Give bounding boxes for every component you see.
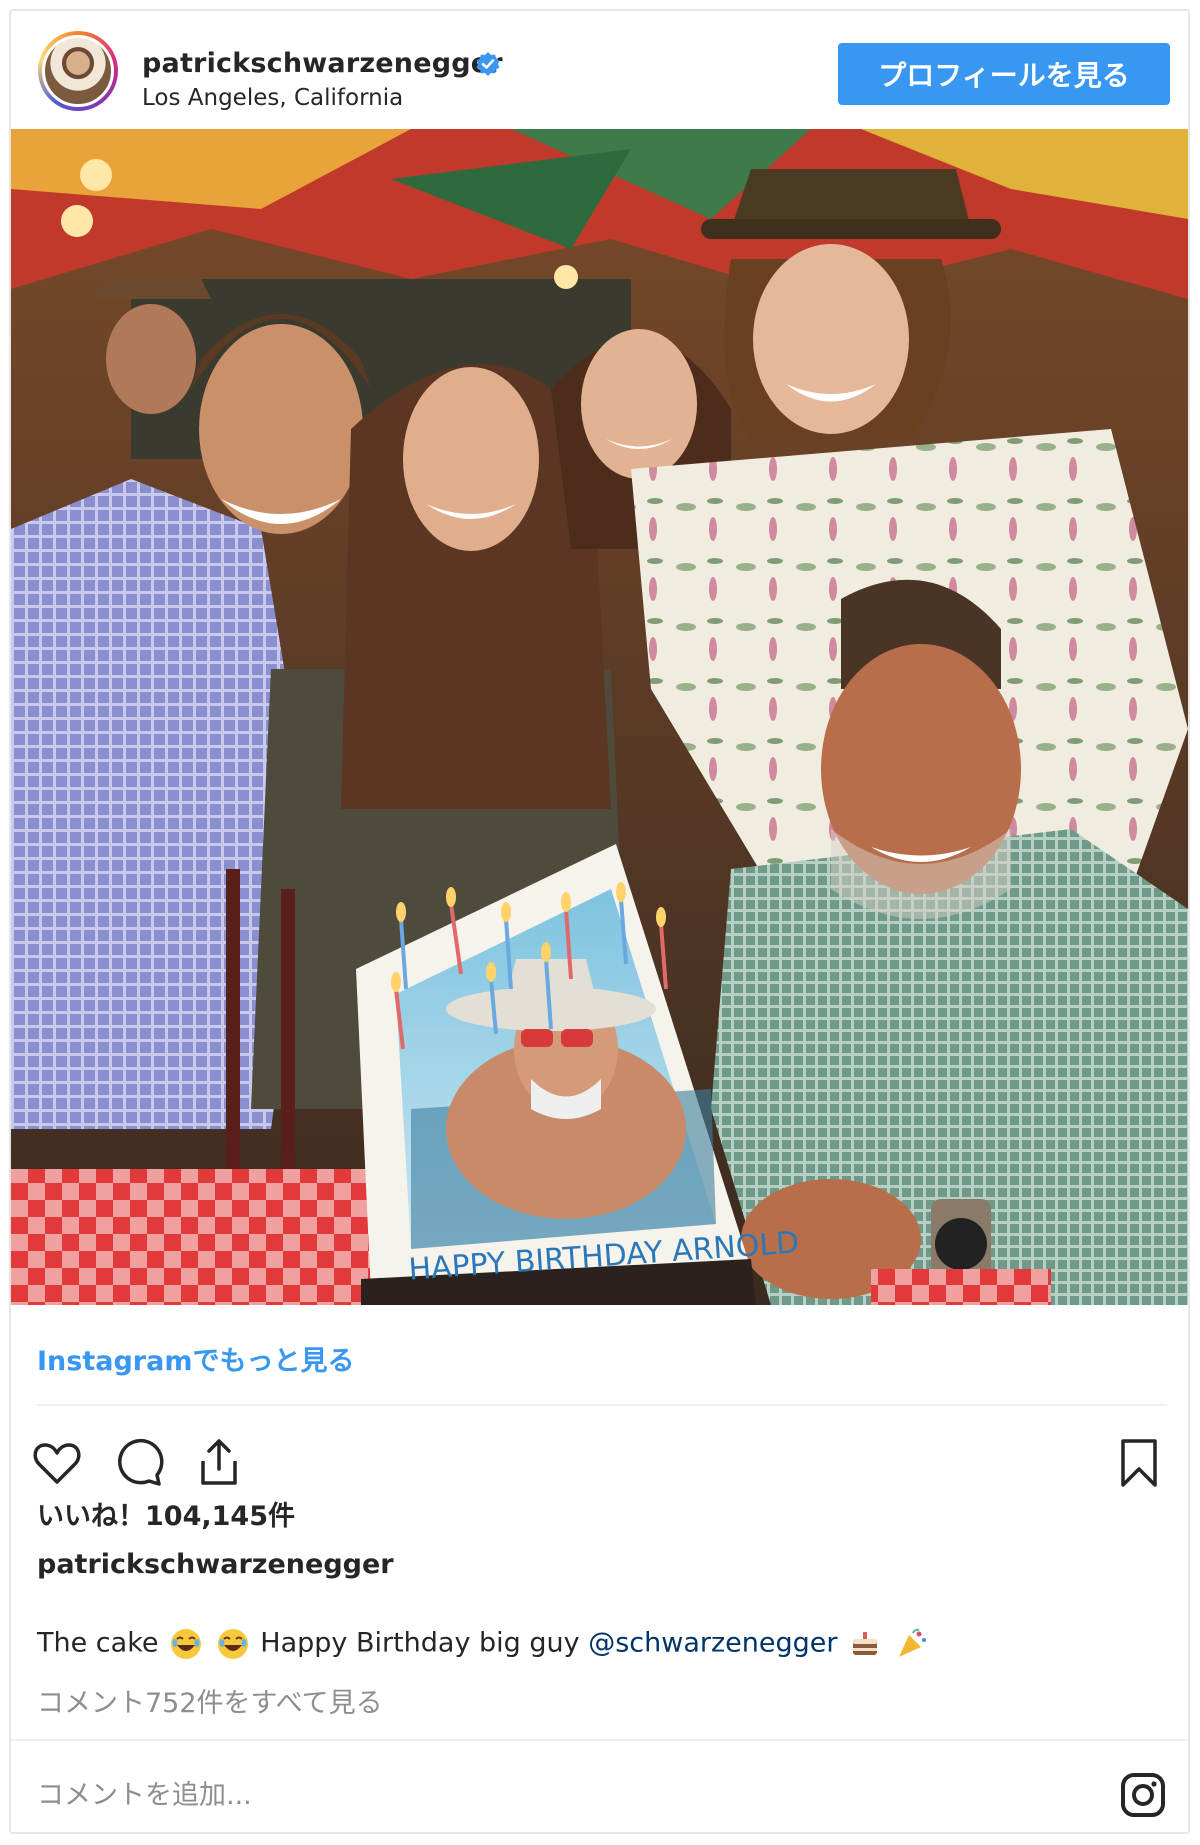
heart-icon[interactable] bbox=[29, 1435, 85, 1491]
photo-illustration: HAPPY BIRTHDAY ARNOLD bbox=[11, 129, 1188, 1305]
instagram-embed-card: patrickschwarzenegger Los Angeles, Calif… bbox=[9, 9, 1190, 1834]
post-photo[interactable]: HAPPY BIRTHDAY ARNOLD bbox=[11, 129, 1188, 1305]
party-popper-emoji bbox=[898, 1628, 926, 1657]
view-profile-button[interactable]: プロフィールを見る bbox=[838, 43, 1170, 105]
caption-username[interactable]: patrickschwarzenegger bbox=[37, 1549, 394, 1580]
caption-text-start: The cake bbox=[37, 1627, 159, 1659]
divider bbox=[11, 1739, 1188, 1741]
avatar[interactable] bbox=[38, 31, 118, 111]
laughing-emoji bbox=[171, 1629, 202, 1659]
instagram-logo-icon[interactable] bbox=[1119, 1771, 1167, 1819]
divider bbox=[37, 1404, 1167, 1406]
comment-icon[interactable] bbox=[111, 1435, 167, 1491]
caption-text: The cake Happy Birthday big guy @schwarz… bbox=[37, 1627, 931, 1661]
header-username[interactable]: patrickschwarzenegger bbox=[142, 48, 503, 79]
verified-badge-icon bbox=[476, 52, 500, 76]
view-all-comments-link[interactable]: コメント752件をすべて見る bbox=[37, 1681, 383, 1720]
mention-link[interactable]: @schwarzenegger bbox=[588, 1628, 837, 1659]
caption-text-mid: Happy Birthday big guy bbox=[260, 1627, 580, 1659]
add-comment-input[interactable]: コメントを追加... bbox=[37, 1773, 252, 1812]
cake-emoji bbox=[853, 1632, 878, 1655]
avatar-image bbox=[42, 35, 114, 107]
laughing-emoji bbox=[217, 1629, 248, 1659]
header-location[interactable]: Los Angeles, California bbox=[142, 85, 403, 111]
post-header: patrickschwarzenegger Los Angeles, Calif… bbox=[11, 11, 1188, 129]
view-more-on-instagram-link[interactable]: Instagramでもっと見る bbox=[37, 1339, 354, 1378]
share-icon[interactable] bbox=[191, 1435, 247, 1491]
bookmark-icon[interactable] bbox=[1111, 1435, 1167, 1491]
likes-count[interactable]: いいね！104,145件 bbox=[37, 1494, 295, 1533]
